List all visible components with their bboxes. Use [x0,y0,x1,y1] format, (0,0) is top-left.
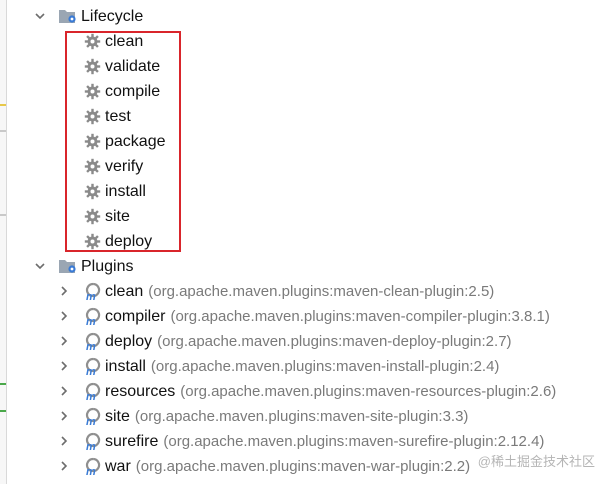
plugin-install[interactable]: m install (org.apache.maven.plugins:maven-… [0,354,607,379]
plugin-coordinates: (org.apache.maven.plugins:maven-surefire… [163,433,545,450]
plugin-coordinates: (org.apache.maven.plugins:maven-compiler… [170,308,550,325]
plugin-resources[interactable]: m resources (org.apache.maven.plugins:mave… [0,379,607,404]
plugin-name: war [105,457,131,475]
svg-text:m: m [86,416,96,427]
chevron-down-icon[interactable] [34,260,46,272]
plugin-coordinates: (org.apache.maven.plugins:maven-site-plu… [134,408,469,425]
plugin-coordinates: (org.apache.maven.plugins:maven-deploy-p… [157,333,512,350]
maven-plugin-icon: m [85,407,101,427]
svg-text:m: m [86,441,96,452]
plugin-compiler[interactable]: m compiler (org.apache.maven.plugins:maven… [0,304,607,329]
plugin-name: deploy [105,332,153,350]
plugin-text: war (org.apache.maven.plugins:maven-war-p… [105,458,470,476]
plugin-clean[interactable]: m clean (org.apache.maven.plugins:maven-cl… [0,279,607,304]
plugin-name: install [105,357,146,375]
tree-node-label: Lifecycle [81,7,144,25]
svg-text:m: m [86,466,96,477]
chevron-right-icon[interactable] [58,410,70,422]
tree-node-lifecycle[interactable]: Lifecycle [0,4,607,29]
highlight-box [65,31,181,252]
plugin-name: compiler [105,307,166,325]
plugin-text: resources (org.apache.maven.plugins:maven… [105,383,556,401]
chevron-right-icon[interactable] [58,360,70,372]
maven-plugin-icon: m [85,382,101,402]
chevron-right-icon[interactable] [58,385,70,397]
plugin-text: site (org.apache.maven.plugins:maven-site… [105,408,468,426]
tree-node-label: Plugins [81,257,134,275]
plugin-coordinates: (org.apache.maven.plugins:maven-install-… [150,358,500,375]
maven-plugin-icon: m [85,357,101,377]
plugin-text: deploy (org.apache.maven.plugins:maven-de… [105,333,512,351]
plugin-deploy[interactable]: m deploy (org.apache.maven.plugins:maven-d… [0,329,607,354]
plugin-text: clean (org.apache.maven.plugins:maven-cle… [105,283,494,301]
plugin-coordinates: (org.apache.maven.plugins:maven-resource… [180,383,557,400]
chevron-right-icon[interactable] [58,285,70,297]
maven-plugin-icon: m [85,432,101,452]
watermark-text: @稀土掘金技术社区 [477,454,595,469]
plugin-name: surefire [105,432,159,450]
plugin-coordinates: (org.apache.maven.plugins:maven-war-plug… [135,458,471,475]
tree-node-plugins[interactable]: Plugins [0,254,607,279]
plugin-text: compiler (org.apache.maven.plugins:maven-… [105,308,550,326]
maven-plugin-icon: m [85,282,101,302]
plugin-name: resources [105,382,176,400]
chevron-down-icon[interactable] [34,10,46,22]
plugin-name: site [105,407,130,425]
watermark: @稀土掘金技术社区 [478,451,595,470]
plugin-coordinates: (org.apache.maven.plugins:maven-clean-pl… [148,283,495,300]
plugin-name: clean [105,282,144,300]
chevron-right-icon[interactable] [58,335,70,347]
maven-plugin-icon: m [85,332,101,352]
svg-text:m: m [86,341,96,352]
plugin-text: surefire (org.apache.maven.plugins:maven-… [105,433,544,451]
chevron-right-icon[interactable] [58,435,70,447]
svg-text:m: m [86,316,96,327]
chevron-right-icon[interactable] [58,310,70,322]
svg-text:m: m [86,391,96,402]
plugin-site[interactable]: m site (org.apache.maven.plugins:maven-sit… [0,404,607,429]
svg-text:m: m [86,291,96,302]
svg-text:m: m [86,366,96,377]
plugin-text: install (org.apache.maven.plugins:maven-i… [105,358,499,376]
folder-gear-icon [59,10,76,23]
maven-plugin-icon: m [85,457,101,477]
folder-gear-icon [59,260,76,273]
chevron-right-icon[interactable] [58,460,70,472]
maven-plugin-icon: m [85,307,101,327]
